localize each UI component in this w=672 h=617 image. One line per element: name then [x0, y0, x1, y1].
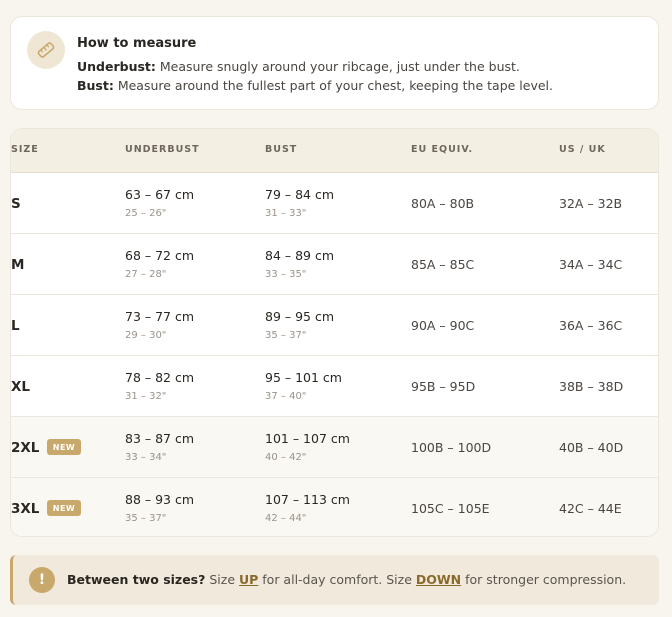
underbust-inches: 25 – 26" [125, 208, 167, 219]
tip-text: Between two sizes? Size UP for all-day c… [67, 572, 626, 587]
bust-cm: 84 – 89 cm [265, 248, 335, 263]
underbust-cm: 68 – 72 cm [125, 248, 195, 263]
underbust-cm: 73 – 77 cm [125, 309, 195, 324]
tip-text-2: for all-day comfort. Size [258, 572, 416, 587]
bust-cm: 107 – 113 cm [265, 492, 350, 507]
bust-inches: 35 – 37" [265, 330, 307, 341]
table-row: L 73 – 77 cm 29 – 30" 89 – 95 cm 35 – 37… [11, 295, 658, 356]
size-up-text: UP [238, 572, 259, 587]
size-chart-table: SIZE UNDERBUST BUST EU EQUIV. US / UK S … [10, 128, 659, 537]
us-uk-size: 38B – 38D [559, 379, 624, 394]
size-label: L [11, 318, 20, 334]
underbust-inches: 31 – 32" [125, 391, 167, 402]
bust-inches: 40 – 42" [265, 452, 307, 463]
new-badge: NEW [47, 439, 81, 455]
underbust-cm: 83 – 87 cm [125, 431, 195, 446]
sizing-tip: ! Between two sizes? Size UP for all-day… [10, 555, 659, 605]
underbust-text: Measure snugly around your ribcage, just… [159, 59, 520, 74]
underbust-cm: 78 – 82 cm [125, 370, 195, 385]
header-bust: BUST [265, 144, 298, 155]
size-down-text: DOWN [415, 572, 462, 587]
tip-text-3: for stronger compression. [461, 572, 627, 587]
us-uk-size: 32A – 32B [559, 196, 623, 211]
underbust-inches: 35 – 37" [125, 513, 167, 524]
underbust-cm: 63 – 67 cm [125, 187, 195, 202]
header-us-uk: US / UK [559, 144, 606, 155]
underbust-cm: 88 – 93 cm [125, 492, 195, 507]
tip-lead: Between two sizes? [67, 572, 206, 587]
eu-size: 95B – 95D [411, 379, 476, 394]
size-label: 2XL [11, 440, 40, 456]
underbust-label: Underbust: [77, 59, 156, 74]
us-uk-size: 42C – 44E [559, 501, 622, 516]
table-row: 3XL NEW 88 – 93 cm 35 – 37" 107 – 113 cm… [11, 478, 658, 536]
size-label: S [11, 196, 21, 212]
size-label: XL [11, 379, 31, 395]
header-eu: EU EQUIV. [411, 144, 474, 155]
table-header: SIZE UNDERBUST BUST EU EQUIV. US / UK [11, 129, 658, 173]
underbust-inches: 33 – 34" [125, 452, 167, 463]
table-row: 2XL NEW 83 – 87 cm 33 – 34" 101 – 107 cm… [11, 417, 658, 478]
bust-label: Bust: [77, 78, 114, 93]
bust-inches: 42 – 44" [265, 513, 307, 524]
measure-title: How to measure [77, 36, 197, 51]
bust-cm: 95 – 101 cm [265, 370, 342, 385]
eu-size: 85A – 85C [411, 257, 475, 272]
size-label: 3XL [11, 501, 40, 517]
bust-inches: 33 – 35" [265, 269, 307, 280]
new-badge: NEW [47, 500, 81, 516]
table-row: M 68 – 72 cm 27 – 28" 84 – 89 cm 33 – 35… [11, 234, 658, 295]
eu-size: 100B – 100D [411, 440, 492, 455]
eu-size: 105C – 105E [411, 501, 490, 516]
underbust-instruction: Underbust: Measure snugly around your ri… [77, 59, 520, 74]
underbust-inches: 27 – 28" [125, 269, 167, 280]
bust-inches: 31 – 33" [265, 208, 307, 219]
header-size: SIZE [11, 144, 39, 155]
bust-instruction: Bust: Measure around the fullest part of… [77, 78, 553, 93]
how-to-measure-card: How to measure Underbust: Measure snugly… [10, 16, 659, 110]
size-label: M [11, 257, 25, 273]
header-underbust: UNDERBUST [125, 144, 200, 155]
tape-measure-icon [27, 31, 65, 69]
table-row: S 63 – 67 cm 25 – 26" 79 – 84 cm 31 – 33… [11, 173, 658, 234]
table-row: XL 78 – 82 cm 31 – 32" 95 – 101 cm 37 – … [11, 356, 658, 417]
bust-inches: 37 – 40" [265, 391, 307, 402]
bust-cm: 79 – 84 cm [265, 187, 335, 202]
us-uk-size: 40B – 40D [559, 440, 624, 455]
bust-cm: 101 – 107 cm [265, 431, 350, 446]
tip-text-1: Size [205, 572, 239, 587]
us-uk-size: 34A – 34C [559, 257, 623, 272]
eu-size: 80A – 80B [411, 196, 475, 211]
bust-cm: 89 – 95 cm [265, 309, 335, 324]
eu-size: 90A – 90C [411, 318, 475, 333]
exclamation-icon: ! [29, 567, 55, 593]
bust-text: Measure around the fullest part of your … [117, 78, 553, 93]
underbust-inches: 29 – 30" [125, 330, 167, 341]
us-uk-size: 36A – 36C [559, 318, 623, 333]
